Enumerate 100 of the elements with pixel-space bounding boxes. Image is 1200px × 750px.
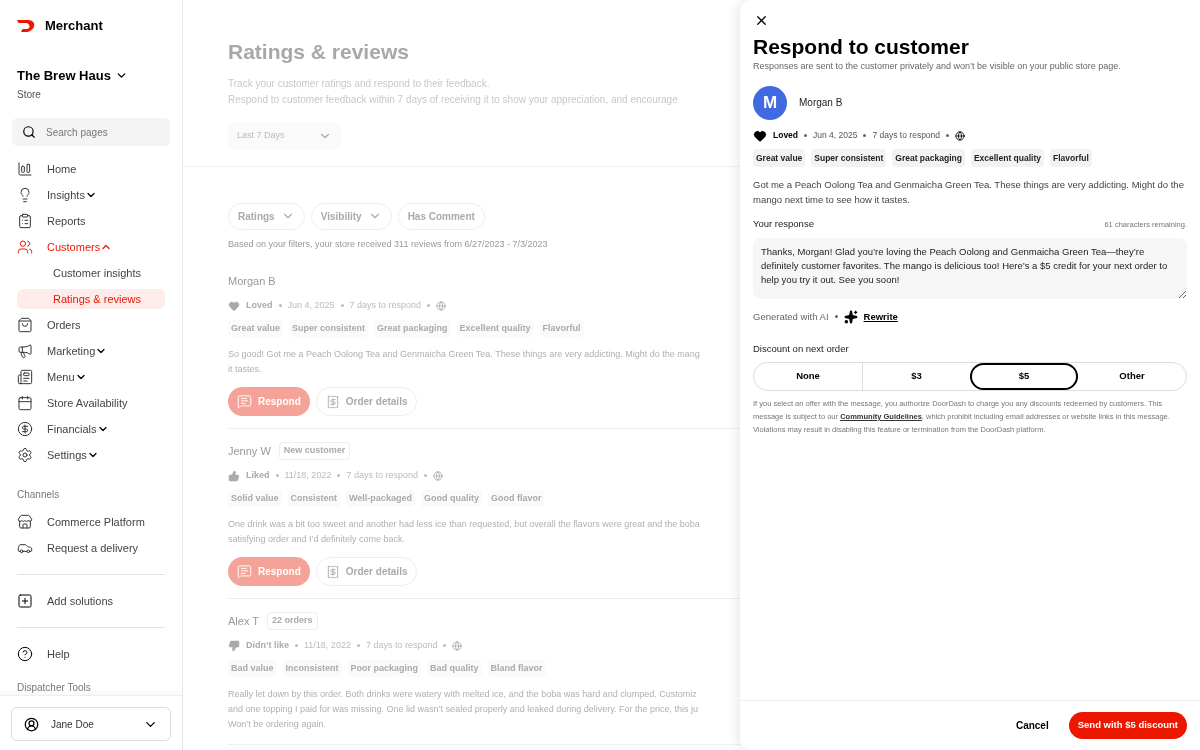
nav-item[interactable]: Store Availability xyxy=(41,394,128,412)
sentiment-label: Loved xyxy=(773,129,799,142)
nav-item[interactable]: Financials xyxy=(41,420,109,438)
review-tag: Poor packaging xyxy=(347,659,422,677)
user-icon xyxy=(24,716,39,732)
message-icon xyxy=(237,564,252,579)
review-tag: Good quality xyxy=(420,489,482,507)
dollar-icon xyxy=(17,421,33,437)
lightbulb-icon xyxy=(17,187,33,203)
user-menu[interactable]: Jane Doe xyxy=(11,707,171,741)
nav-item[interactable]: Add solutions xyxy=(41,592,114,610)
nav-item[interactable]: Insights xyxy=(41,186,97,204)
review-tag: Inconsistent xyxy=(282,659,342,677)
heart-icon xyxy=(753,128,767,143)
reviewer-name: Morgan B xyxy=(228,273,276,289)
review-tag: Solid value xyxy=(228,489,282,507)
send-button[interactable]: Send with $5 discount xyxy=(1068,712,1187,739)
brand-name: Merchant xyxy=(45,17,103,35)
review-tag: Super consistent xyxy=(811,148,887,168)
megaphone-icon xyxy=(17,343,33,359)
nav-item[interactable]: Customers xyxy=(41,238,113,256)
cancel-button[interactable]: Cancel xyxy=(1007,712,1057,739)
sentiment-label: Liked xyxy=(246,469,270,482)
page-title: Ratings & reviews xyxy=(228,39,410,65)
respond-deadline: 7 days to respond xyxy=(349,299,422,312)
review-tag: Bad value xyxy=(228,659,277,677)
review-tag: Great value xyxy=(228,319,284,337)
review-tag: Bad quality xyxy=(427,659,482,677)
review-text: Got me a Peach Oolong Tea and Genmaicha Green Tea. These things are very addicting. Might do the mango next time to see how it tastes. xyxy=(753,178,1185,208)
ai-note: Generated with AI xyxy=(753,309,829,324)
bag-icon xyxy=(17,317,33,333)
help-icon xyxy=(17,646,33,662)
storefront-icon xyxy=(17,514,33,530)
nav-item[interactable]: Orders xyxy=(41,316,81,334)
reviewer-name: Alex T xyxy=(228,613,259,629)
globe-icon xyxy=(452,640,463,651)
users-icon xyxy=(17,239,33,255)
review-text-line: satisfying order and I’d definitely come back. xyxy=(228,533,406,546)
sentiment-label: Didn’t like xyxy=(246,639,289,652)
field-label: Your response xyxy=(753,217,814,232)
search-icon xyxy=(22,125,36,139)
reviewer-name: Jenny W xyxy=(228,443,271,459)
discount-option[interactable]: $3 xyxy=(862,363,970,390)
review-text-line: Really let down by this order. Both drinks were watery with melted ice, and the boba was hard and clumped. Customiz xyxy=(228,688,697,701)
nav-item[interactable]: Request a delivery xyxy=(41,539,139,557)
drawer-subtitle: Responses are sent to the customer privately and won’t be visible on your public store page. xyxy=(753,60,1122,73)
sentiment-label: Loved xyxy=(246,299,273,312)
review-tag: Flavorful xyxy=(1050,148,1092,168)
sparkles-icon xyxy=(843,309,858,324)
review-date: 11/18, 2022 xyxy=(284,469,332,482)
review-tag: Great packaging xyxy=(892,148,965,168)
avatar: M xyxy=(753,85,787,120)
respond-deadline: 7 days to respond xyxy=(346,469,418,482)
chart-icon xyxy=(17,161,33,177)
summary-text: Based on your filters, your store received 311 reviews from 6/27/2023 - 7/3/2023 xyxy=(228,237,549,251)
clipboard-icon xyxy=(17,213,33,229)
review-tag: Well-packaged xyxy=(346,489,415,507)
nav-item[interactable]: Help xyxy=(41,645,70,663)
search-field[interactable]: Search pages xyxy=(12,118,170,146)
thumbs-up-icon xyxy=(228,469,240,482)
review-tag: Good flavor xyxy=(487,489,545,507)
heart-icon xyxy=(228,299,240,312)
review-date: Jun 4, 2025 xyxy=(813,129,858,142)
plus-icon xyxy=(17,593,33,609)
section-heading: Dispatcher Tools xyxy=(17,681,92,695)
logo-icon xyxy=(17,19,37,32)
store-name[interactable]: The Brew Haus xyxy=(17,65,111,85)
nav-item[interactable]: Customer insights xyxy=(47,264,142,282)
section-heading: Channels xyxy=(17,488,61,502)
review-tag: Bland flavor xyxy=(487,659,546,677)
field-label: Discount on next order xyxy=(753,341,850,356)
receipt-icon xyxy=(325,394,340,409)
rewrite-link[interactable]: Rewrite xyxy=(863,309,898,324)
response-field[interactable]: Thanks, Morgan! Glad you’re loving the Peach Oolong and Genmaicha Green Tea—they’re definitely customer favorites. The mango is delicious too! Here’s a $5 credit for your next order to help you try it out. See you soon! xyxy=(753,237,1187,299)
nav-item[interactable]: Reports xyxy=(41,212,86,230)
customer-name: Morgan B xyxy=(799,96,843,110)
thumbs-down-icon xyxy=(228,639,240,652)
drawer-title: Respond to customer xyxy=(753,34,970,60)
nav-item[interactable]: Menu xyxy=(41,368,87,386)
nav-item[interactable]: Home xyxy=(41,160,77,178)
store-label: Store xyxy=(17,88,42,102)
discount-option[interactable]: Other xyxy=(1078,363,1186,390)
globe-icon xyxy=(436,300,447,311)
review-text-line: Won’t be ordering again. xyxy=(228,718,326,731)
discount-option[interactable]: $5 xyxy=(970,363,1078,390)
nav-item[interactable]: Settings xyxy=(41,446,99,464)
review-tag: Excellent quality xyxy=(456,319,534,337)
customer-tag: 22 orders xyxy=(267,612,318,630)
respond-deadline: 7 days to respond xyxy=(365,639,438,652)
message-icon xyxy=(237,394,252,409)
discount-option[interactable]: None xyxy=(754,363,862,390)
menu-icon xyxy=(17,369,33,385)
review-tag: Great packaging xyxy=(374,319,451,337)
globe-icon xyxy=(432,470,443,481)
calendar-icon xyxy=(17,395,33,411)
review-date: 11/18, 2022 xyxy=(304,639,351,652)
review-tag: Consistent xyxy=(287,489,341,507)
settings-icon xyxy=(17,447,33,463)
nav-item[interactable]: Marketing xyxy=(41,342,108,360)
nav-item[interactable]: Commerce Platform xyxy=(41,513,145,531)
